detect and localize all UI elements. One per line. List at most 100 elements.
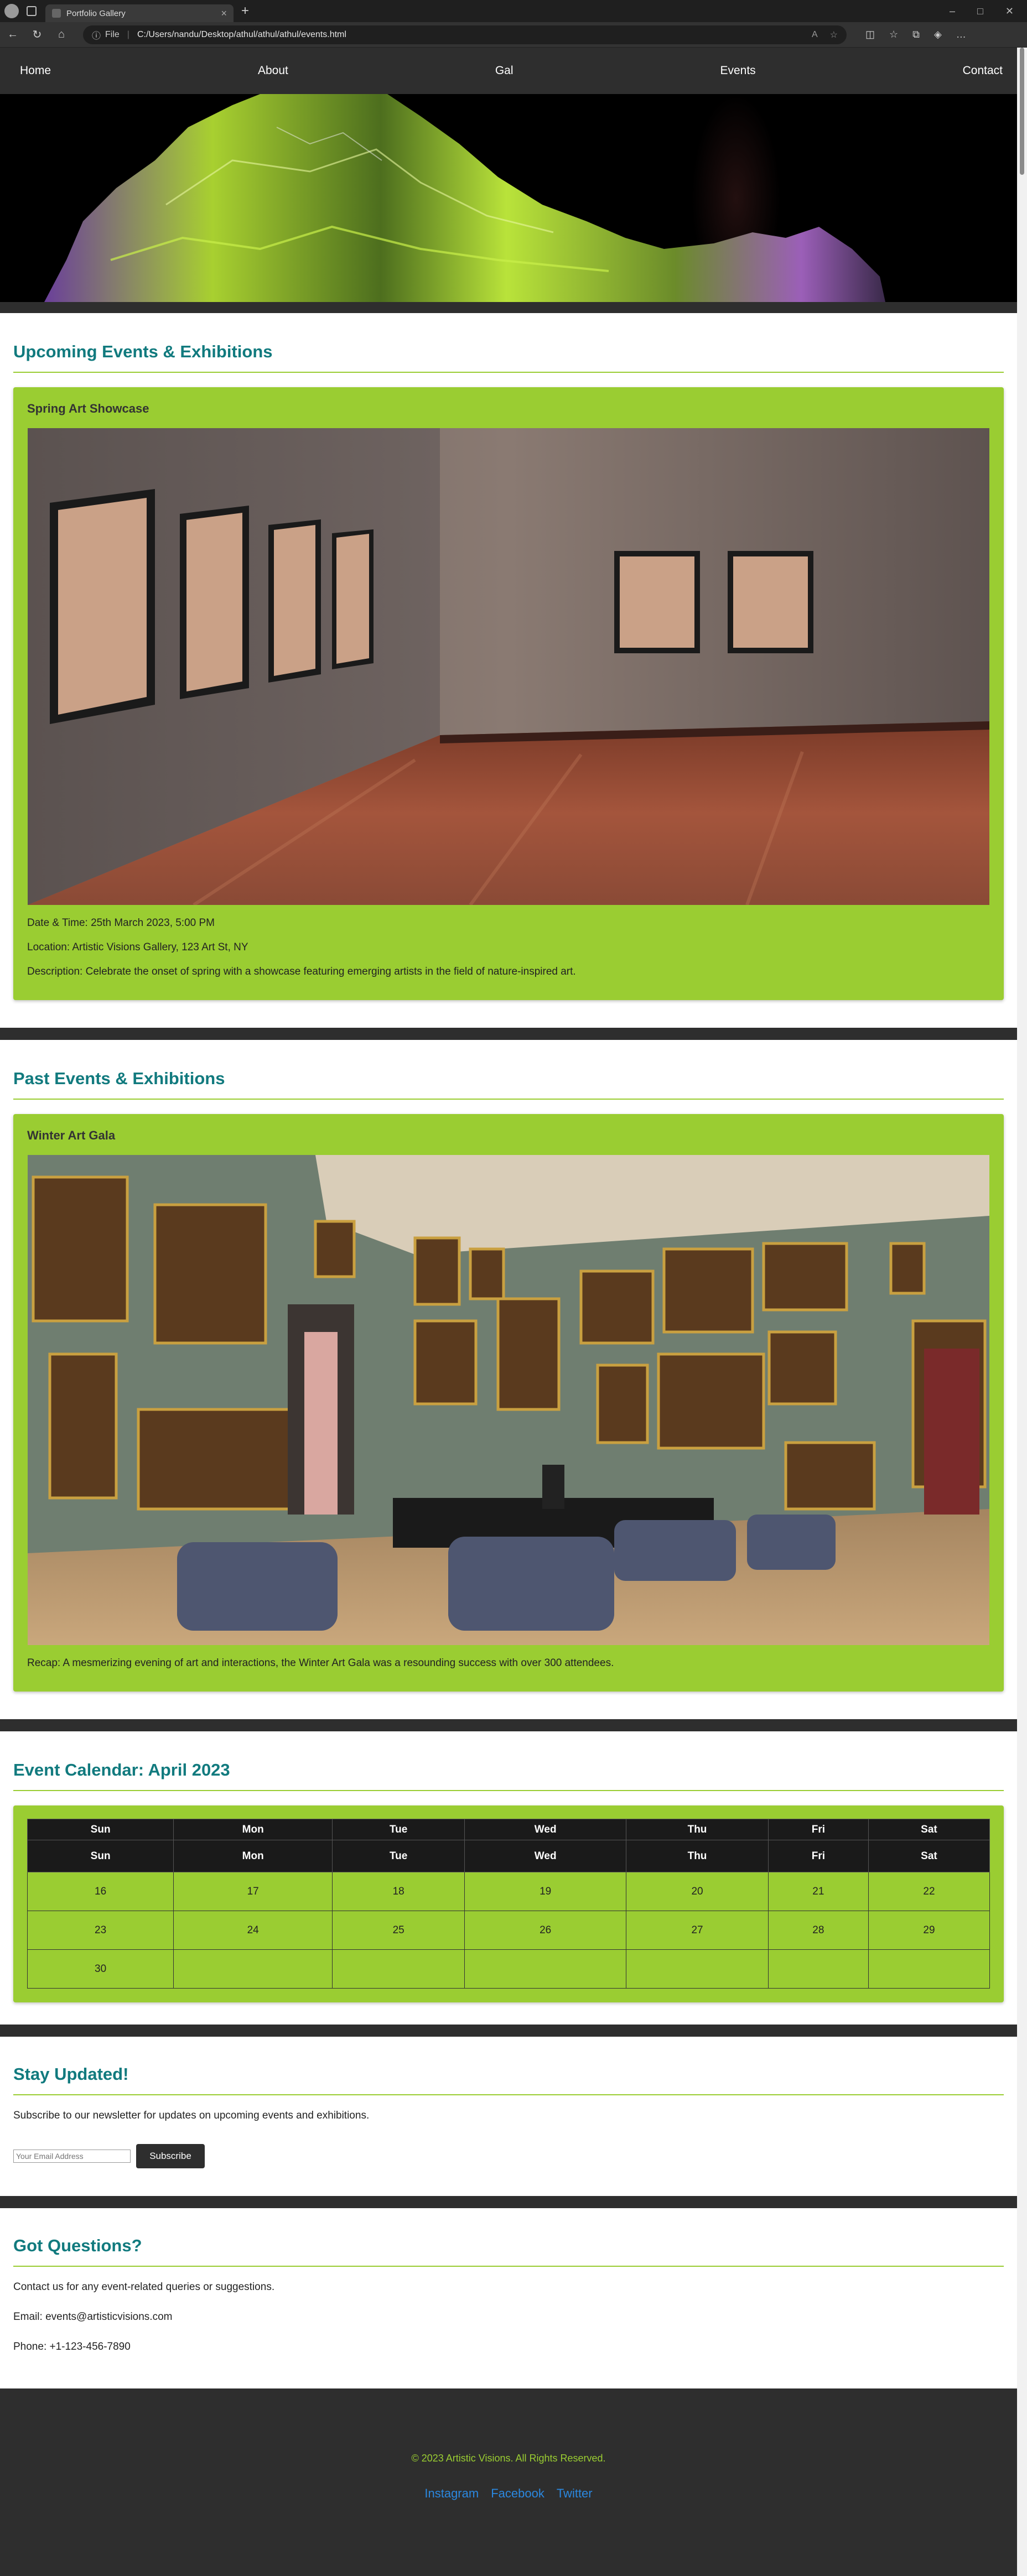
url-text[interactable]: C:/Users/nandu/Desktop/athul/athul/athul… <box>137 30 800 40</box>
instagram-link[interactable]: Instagram <box>424 2486 479 2501</box>
browser-tools: ◫ ☆ ⧉ ◈ … <box>865 29 966 40</box>
calendar-day[interactable]: 30 <box>27 1949 174 1989</box>
event-card: Spring Art Showcase Date & Time: 25th Ma… <box>13 387 1004 1000</box>
read-aloud-icon[interactable]: A <box>812 30 818 40</box>
calendar-day <box>868 1949 990 1989</box>
address-bar[interactable]: ⓘ File | C:/Users/nandu/Desktop/athul/at… <box>83 25 847 44</box>
calendar-header-row: Sun Mon Tue Wed Thu Fri Sat <box>27 1819 990 1840</box>
site-navigation: Home About Gal Events Contact <box>0 48 1017 94</box>
facebook-link[interactable]: Facebook <box>491 2486 544 2501</box>
calendar-day[interactable]: 21 <box>767 1872 869 1911</box>
past-event-recap: Recap: A mesmerizing evening of art and … <box>27 1657 614 1669</box>
minimize-icon[interactable]: – <box>950 6 955 17</box>
calendar-day <box>626 1949 769 1989</box>
contact-heading: Got Questions? <box>13 2236 1004 2267</box>
subscribe-button[interactable]: Subscribe <box>136 2144 205 2168</box>
url-scheme: File <box>105 29 120 39</box>
calendar-day[interactable]: 23 <box>27 1911 174 1950</box>
email-input[interactable] <box>13 2150 131 2163</box>
past-events-heading: Past Events & Exhibitions <box>13 1069 1004 1100</box>
calendar-week-row: 16 17 18 19 20 21 22 <box>27 1872 990 1911</box>
day-header: Tue <box>332 1840 465 1872</box>
past-event-card: Winter Art Gala Recap: A mesmerizing eve… <box>13 1114 1004 1692</box>
calendar-heading: Event Calendar: April 2023 <box>13 1760 1004 1791</box>
past-event-title: Winter Art Gala <box>27 1128 116 1142</box>
page-scrollbar[interactable] <box>1017 48 1027 2576</box>
calendar-section: Event Calendar: April 2023 Sun Mon Tue W… <box>0 1731 1017 2025</box>
newsletter-heading: Stay Updated! <box>13 2064 1004 2095</box>
day-header: Wed <box>464 1840 627 1872</box>
calendar-day[interactable]: 20 <box>626 1872 769 1911</box>
close-window-icon[interactable]: ✕ <box>1005 6 1014 17</box>
spring-showcase-image <box>28 428 989 905</box>
twitter-link[interactable]: Twitter <box>557 2486 593 2501</box>
calendar-week-row: 23 24 25 26 27 28 29 <box>27 1911 990 1950</box>
day-header: Mon <box>173 1840 333 1872</box>
day-header: Fri <box>767 1819 869 1840</box>
calendar-day[interactable]: 22 <box>868 1872 990 1911</box>
calendar-day[interactable]: 25 <box>332 1911 465 1950</box>
calendar-day[interactable]: 19 <box>464 1872 627 1911</box>
winter-gala-image <box>28 1155 989 1645</box>
contact-phone: Phone: +1-123-456-7890 <box>13 2341 131 2353</box>
scrollbar-thumb[interactable] <box>1020 48 1024 175</box>
browser-tab[interactable]: Portfolio Gallery × <box>45 4 234 22</box>
close-tab-icon[interactable]: × <box>221 8 227 19</box>
contact-section: Got Questions? Contact us for any event-… <box>0 2208 1017 2388</box>
copilot-icon[interactable]: ◈ <box>934 29 942 40</box>
calendar-header-row: Sun Mon Tue Wed Thu Fri Sat <box>27 1840 990 1872</box>
nav-gallery[interactable]: Gal <box>495 64 514 77</box>
collections-icon[interactable]: ⧉ <box>912 29 920 40</box>
browser-tab-strip: Portfolio Gallery × + – □ ✕ <box>0 0 1027 22</box>
site-footer: © 2023 Artistic Visions. All Rights Rese… <box>0 2388 1017 2501</box>
home-icon[interactable]: ⌂ <box>55 28 68 41</box>
favorite-star-icon[interactable]: ☆ <box>830 29 838 40</box>
day-header: Sun <box>27 1840 174 1872</box>
copyright-text: © 2023 Artistic Visions. All Rights Rese… <box>411 2453 606 2464</box>
day-header: Thu <box>626 1819 769 1840</box>
calendar-day[interactable]: 24 <box>173 1911 333 1950</box>
contact-text: Contact us for any event-related queries… <box>13 2281 275 2293</box>
window-controls: – □ ✕ <box>950 6 1027 17</box>
address-toolbar: ← ↻ ⌂ ⓘ File | C:/Users/nandu/Desktop/at… <box>0 22 1027 48</box>
past-events-section: Past Events & Exhibitions Winter Art Gal… <box>0 1040 1017 1719</box>
day-header: Sat <box>868 1819 990 1840</box>
calendar-day[interactable]: 17 <box>173 1872 333 1911</box>
nav-about[interactable]: About <box>258 64 288 77</box>
day-header: Sun <box>27 1819 174 1840</box>
calendar-day <box>173 1949 333 1989</box>
calendar-day[interactable]: 16 <box>27 1872 174 1911</box>
back-icon[interactable]: ← <box>7 28 19 41</box>
tab-title: Portfolio Gallery <box>66 8 126 18</box>
web-page: Home About Gal Events Contact Upcoming E… <box>0 48 1017 2576</box>
social-links: Instagram Facebook Twitter <box>0 2486 1017 2501</box>
refresh-icon[interactable]: ↻ <box>31 28 43 41</box>
calendar-day[interactable]: 27 <box>626 1911 769 1950</box>
day-header: Tue <box>332 1819 465 1840</box>
calendar-week-row: 30 <box>27 1949 990 1989</box>
more-menu-icon[interactable]: … <box>956 29 966 40</box>
nav-events[interactable]: Events <box>720 64 755 77</box>
info-icon[interactable]: ⓘ <box>92 28 101 41</box>
nav-home[interactable]: Home <box>20 64 51 77</box>
day-header: Fri <box>767 1840 869 1872</box>
newsletter-section: Stay Updated! Subscribe to our newslette… <box>0 2037 1017 2196</box>
workspaces-icon[interactable] <box>27 6 37 16</box>
maximize-icon[interactable]: □ <box>977 6 983 17</box>
divider-band <box>0 1028 1017 1040</box>
profile-avatar[interactable] <box>4 4 19 18</box>
split-screen-icon[interactable]: ◫ <box>865 29 875 40</box>
divider-band <box>0 2196 1017 2208</box>
day-header: Wed <box>464 1819 627 1840</box>
nav-contact[interactable]: Contact <box>963 64 1003 77</box>
calendar-day[interactable]: 28 <box>767 1911 869 1950</box>
calendar-card: Sun Mon Tue Wed Thu Fri Sat Sun Mon Tue … <box>13 1805 1004 2002</box>
contact-email: Email: events@artisticvisions.com <box>13 2311 173 2323</box>
calendar-day[interactable]: 26 <box>464 1911 627 1950</box>
url-divider: | <box>127 29 129 39</box>
favorites-icon[interactable]: ☆ <box>889 29 898 40</box>
calendar-day[interactable]: 18 <box>332 1872 465 1911</box>
calendar-day[interactable]: 29 <box>868 1911 990 1950</box>
calendar-day <box>464 1949 627 1989</box>
new-tab-icon[interactable]: + <box>241 3 249 19</box>
